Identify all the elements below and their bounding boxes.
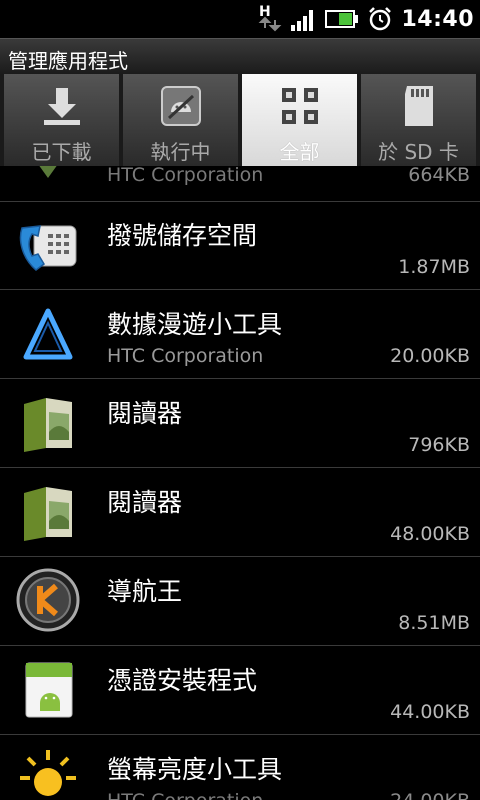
app-vendor: HTC Corporation [107, 790, 263, 800]
app-vendor: HTC Corporation [107, 345, 264, 367]
clock: 14:40 [401, 6, 474, 32]
list-item[interactable]: 數據漫遊小工具 HTC Corporation 20.00KB [0, 291, 480, 379]
status-bar: H 14:40 [0, 0, 480, 38]
app-size: 48.00KB [390, 523, 470, 545]
navking-logo-icon [16, 568, 80, 632]
app-list[interactable]: HTC Corporation 664KB 撥號儲存空間 1.87MB 數據漫遊… [0, 166, 480, 800]
book-reader-icon [16, 479, 80, 543]
alarm-clock-icon [369, 7, 392, 31]
grid-icon [276, 84, 324, 128]
list-item[interactable]: 導航王 8.51MB [0, 558, 480, 646]
app-size: 1.87MB [398, 256, 470, 278]
tab-sd-card[interactable]: 於 SD 卡 [361, 74, 476, 166]
running-android-icon [157, 84, 205, 128]
app-name: 撥號儲存空間 [107, 221, 258, 250]
sd-card-icon [395, 84, 443, 128]
book-reader-icon [16, 390, 80, 454]
download-icon [38, 84, 86, 128]
app-size: 664KB [408, 166, 470, 186]
tab-label: 全部 [279, 140, 320, 164]
list-item[interactable]: 閱讀器 48.00KB [0, 469, 480, 557]
tab-downloaded[interactable]: 已下載 [4, 74, 119, 166]
list-item[interactable]: 憑證安裝程式 44.00KB [0, 647, 480, 735]
signal-strength-icon [291, 10, 314, 31]
app-size: 44.00KB [390, 701, 470, 723]
tab-running[interactable]: 執行中 [123, 74, 238, 166]
list-item[interactable]: 閱讀器 796KB [0, 380, 480, 468]
tab-label: 已下載 [31, 140, 92, 164]
app-name: 憑證安裝程式 [107, 666, 258, 695]
list-item[interactable]: 撥號儲存空間 1.87MB [0, 202, 480, 290]
battery-icon [325, 10, 359, 28]
list-item[interactable]: HTC Corporation 664KB [0, 166, 480, 202]
list-item[interactable]: 螢幕亮度小工具 HTC Corporation 24.00KB [0, 736, 480, 800]
android-cert-installer-icon [16, 657, 80, 721]
app-size: 20.00KB [390, 345, 470, 367]
app-size: 24.00KB [390, 790, 470, 800]
app-name: 導航王 [107, 577, 183, 606]
app-size: 8.51MB [398, 612, 470, 634]
title-bar: 管理應用程式 [0, 38, 480, 75]
app-name: 螢幕亮度小工具 [107, 755, 283, 784]
tab-label: 於 SD 卡 [378, 140, 459, 164]
app-name: 閱讀器 [107, 399, 183, 428]
network-hsdpa-icon: H [259, 4, 282, 32]
app-size: 796KB [408, 434, 470, 456]
tab-bar: 已下載 執行中 全部 於 SD 卡 [0, 74, 480, 166]
app-name: 閱讀器 [107, 488, 183, 517]
tab-label: 執行中 [150, 140, 211, 164]
triangle-roaming-icon [16, 303, 80, 367]
status-icons: H 14:40 [255, 0, 474, 38]
sun-brightness-icon [16, 746, 80, 800]
app-icon [16, 166, 80, 190]
phone-dialer-icon [16, 214, 80, 278]
tab-all[interactable]: 全部 [242, 74, 357, 166]
app-vendor: HTC Corporation [107, 166, 264, 186]
page-title: 管理應用程式 [8, 49, 128, 73]
app-name: 數據漫遊小工具 [107, 310, 283, 339]
